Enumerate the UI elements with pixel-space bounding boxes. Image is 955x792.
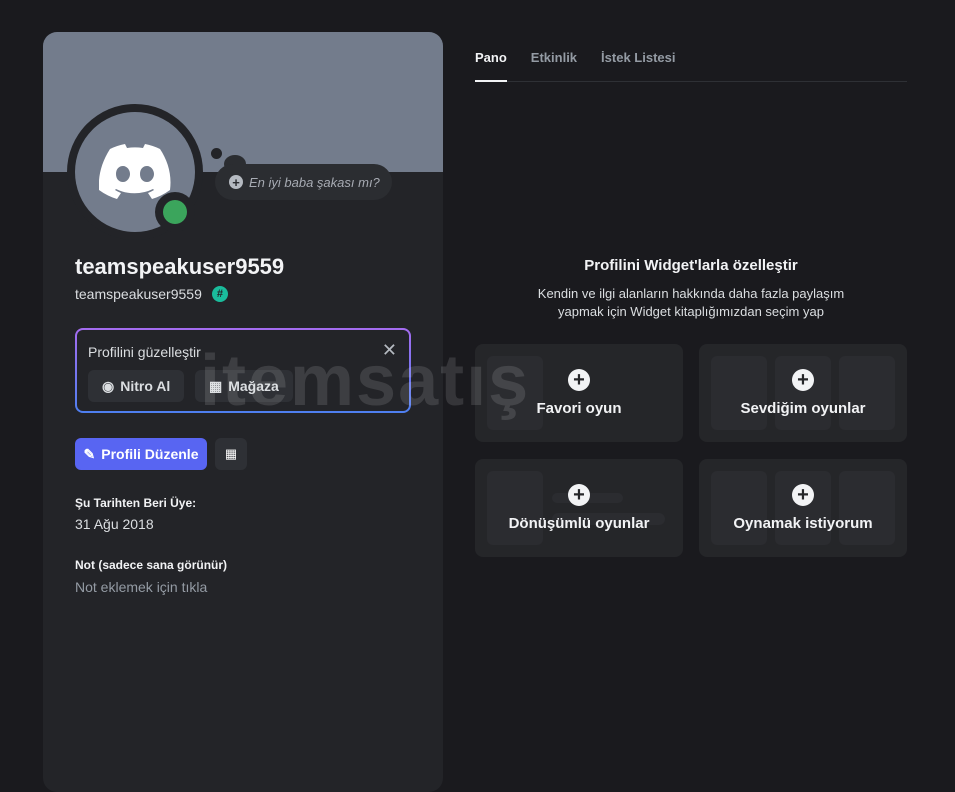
profile-panel: + En iyi baba şakası mı? teamspeakuser95… (43, 32, 443, 792)
plus-icon: + (792, 369, 814, 391)
thought-dot (211, 148, 222, 159)
plus-icon: + (568, 484, 590, 506)
widget-card-favorite-games[interactable]: + Sevdiğim oyunlar (699, 344, 907, 442)
promo-title: Profilini güzelleştir (88, 344, 201, 360)
avatar[interactable] (67, 104, 203, 240)
shop-icon-button[interactable]: ▦ (215, 438, 247, 470)
edit-profile-label: Profili Düzenle (101, 446, 199, 462)
tab-etkinlik[interactable]: Etkinlik (531, 50, 577, 82)
widget-card-rotating-games[interactable]: + Dönüşümlü oyunlar (475, 459, 683, 557)
member-since-label: Şu Tarihten Beri Üye: (75, 496, 197, 510)
close-icon[interactable]: ✕ (382, 340, 397, 361)
member-since-date: 31 Ağu 2018 (75, 516, 154, 532)
plus-icon: + (568, 369, 590, 391)
note-input[interactable]: Not eklemek için tıkla (75, 579, 207, 595)
custom-status-placeholder: En iyi baba şakası mı? (249, 174, 380, 190)
nitro-button[interactable]: ◉ Nitro Al (88, 370, 185, 402)
custom-status-button[interactable]: + En iyi baba şakası mı? (215, 164, 392, 200)
widget-card-label: Oynamak istiyorum (733, 515, 873, 532)
plus-circle-icon: + (229, 175, 243, 189)
nitro-icon: ◉ (102, 377, 115, 394)
shop-icon: ▦ (224, 446, 238, 461)
username-row: teamspeakuser9559 # (75, 286, 228, 302)
display-name: teamspeakuser9559 (75, 254, 285, 279)
plus-icon: + (792, 484, 814, 506)
widget-card-label: Sevdiğim oyunlar (740, 400, 866, 417)
tab-pano[interactable]: Pano (475, 50, 507, 82)
tab-istek-listesi[interactable]: İstek Listesi (601, 50, 675, 82)
widgets-description: Kendin ve ilgi alanların hakkında daha f… (537, 286, 845, 319)
note-label: Not (sadece sana görünür) (75, 558, 228, 572)
shop-button[interactable]: ▦ Mağaza (195, 370, 293, 402)
pencil-icon: ✎ (83, 445, 96, 462)
widget-card-label: Dönüşümlü oyunlar (508, 515, 650, 532)
widget-card-favorite-game[interactable]: + Favori oyun (475, 344, 683, 442)
edit-profile-button[interactable]: ✎ Profili Düzenle (75, 438, 207, 470)
username[interactable]: teamspeakuser9559 (75, 286, 202, 302)
widgets-title: Profilini Widget'larla özelleştir (584, 257, 798, 274)
widget-card-want-to-play[interactable]: + Oynamak istiyorum (699, 459, 907, 557)
shop-label: Mağaza (228, 378, 279, 394)
status-indicator (155, 192, 195, 232)
widget-card-label: Favori oyun (536, 400, 622, 417)
online-status-icon (163, 200, 187, 224)
customize-profile-promo: Profilini güzelleştir ✕ ◉ Nitro Al ▦ Mağ… (75, 328, 411, 413)
profile-tabs: Pano Etkinlik İstek Listesi (475, 50, 907, 82)
nitro-label: Nitro Al (120, 378, 171, 394)
shop-icon: ▦ (209, 377, 223, 394)
hashtag-badge-icon[interactable]: # (211, 286, 228, 302)
